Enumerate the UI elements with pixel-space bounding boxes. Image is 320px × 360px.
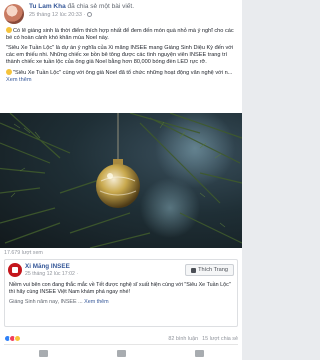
author-name[interactable]: Tu Lam Kha	[29, 3, 66, 10]
ornament-illustration	[0, 113, 242, 248]
share-icon[interactable]	[194, 349, 204, 357]
page-avatar[interactable]	[8, 263, 22, 277]
shared-label: đã chia sẻ một bài viết.	[67, 3, 135, 10]
header-text: Tu Lam Kha đã chia sẻ một bài viết. 25 t…	[29, 2, 134, 26]
comment-count[interactable]: 82 bình luận	[168, 336, 198, 342]
like-icon[interactable]	[38, 349, 48, 357]
post-header: Tu Lam Kha đã chia sẻ một bài viết. 25 t…	[4, 2, 238, 26]
shared-post-text: Niềm vui bên con đang thắc mắc về Tết đư…	[9, 282, 233, 306]
reaction-counts: 82 bình luận 15 lượt chia sẻ	[168, 336, 238, 342]
see-more-link[interactable]: Xem thêm	[84, 299, 109, 305]
globe-icon	[86, 11, 92, 17]
timestamp-line: 25 tháng 12 lúc 20:33 ·	[29, 11, 134, 20]
share-count[interactable]: 15 lượt chia sẻ	[202, 336, 238, 342]
post-text: Có lẽ giáng sinh là thời điểm thích hợp …	[6, 27, 236, 87]
reaction-icons[interactable]	[4, 335, 21, 342]
post-photo[interactable]	[0, 113, 242, 248]
avatar[interactable]	[4, 4, 24, 24]
paragraph-3: "Siêu Xe Tuần Lộc" cùng với ông già Noel…	[6, 69, 233, 83]
like-page-label: Thích Trang	[198, 267, 228, 273]
post-card: Tu Lam Kha đã chia sẻ một bài viết. 25 t…	[0, 0, 242, 360]
emoji-icon	[6, 69, 12, 75]
emoji-icon	[6, 27, 12, 33]
see-more-link[interactable]: Xem thêm	[6, 77, 32, 83]
like-page-button[interactable]: Thích Trang	[185, 264, 234, 276]
timestamp[interactable]: 25 tháng 12 lúc 20:33 ·	[29, 12, 85, 18]
comment-icon[interactable]	[116, 349, 126, 357]
thumbs-up-icon	[191, 267, 197, 273]
action-bar	[4, 346, 238, 360]
wow-reaction-icon	[14, 335, 21, 342]
paragraph-2: "Siêu Xe Tuần Lộc" là dự án ý nghĩa của …	[6, 45, 234, 65]
page-date[interactable]: 25 tháng 12 lúc 17:02 ·	[25, 271, 78, 277]
header-line: Tu Lam Kha đã chia sẻ một bài viết.	[29, 2, 134, 11]
paragraph-1: Có lẽ giáng sinh là thời điểm thích hợp …	[6, 27, 234, 41]
shared-post-card[interactable]: Xi Măng INSEE 25 tháng 12 lúc 17:02 · Th…	[4, 259, 238, 327]
shared-post-extra: Giáng Sinh năm nay, INSEE ... Xem thêm	[9, 299, 109, 305]
page-name[interactable]: Xi Măng INSEE	[25, 263, 70, 270]
view-count: 17.679 lượt xem	[4, 250, 43, 256]
reactions-bar: 82 bình luận 15 lượt chia sẻ	[4, 333, 238, 345]
